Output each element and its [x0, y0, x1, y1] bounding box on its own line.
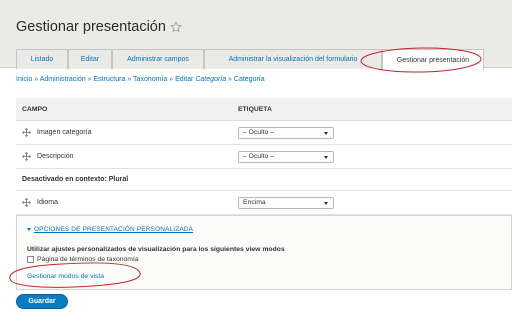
page-header: Gestionar presentación Listado Editar Ad… [0, 0, 512, 70]
label-select[interactable]: Encima [238, 196, 334, 209]
page-title: Gestionar presentación [16, 19, 182, 35]
star-icon[interactable] [170, 21, 182, 33]
custom-display-description: Utilizar ajustes personalizados de visua… [27, 246, 285, 253]
chevron-down-icon [324, 131, 328, 135]
view-mode-checkbox-label[interactable]: Página de términos de taxonomía [37, 256, 139, 263]
drag-handle-icon[interactable] [22, 128, 31, 137]
label-select[interactable]: – Oculto – [238, 150, 334, 163]
disabled-region-row: Desactivado en contexto: Plural [16, 169, 512, 191]
breadcrumb-categoria[interactable]: Categoría [234, 76, 265, 83]
page-title-text: Gestionar presentación [16, 19, 166, 35]
field-name: Idioma [37, 199, 59, 206]
tab-gestionar-presentacion[interactable]: Gestionar presentación [382, 49, 484, 70]
label-select-value: – Oculto – [243, 129, 274, 136]
tab-listado[interactable]: Listado [16, 49, 68, 69]
custom-display-summary[interactable]: OPCIONES DE PRESENTACIÓN PERSONALIZADA [27, 226, 193, 233]
column-header-campo: CAMPO [22, 105, 48, 113]
breadcrumb-inicio[interactable]: Inicio [16, 76, 32, 83]
fields-table: CAMPO ETIQUETA Imagen categoría – Oculto… [16, 98, 512, 215]
drag-handle-icon[interactable] [22, 198, 31, 207]
field-name: Imagen categoría [37, 129, 92, 136]
label-select-value: Encima [243, 199, 266, 206]
disabled-region-title: Desactivado en contexto: Plural [22, 176, 129, 183]
field-name: Descripción [37, 153, 74, 160]
table-row: Descripción – Oculto – [16, 145, 512, 169]
field-cell: Descripción [16, 152, 238, 161]
breadcrumb-editar-label: Editar [175, 76, 194, 83]
view-mode-checkbox[interactable] [27, 256, 34, 263]
triangle-down-icon [27, 228, 31, 231]
manage-view-modes-link[interactable]: Gestionar modos de vista [27, 273, 104, 280]
label-select[interactable]: – Oculto – [238, 126, 334, 139]
save-button[interactable]: Guardar [16, 294, 68, 309]
label-select-value: – Oculto – [243, 153, 274, 160]
breadcrumb: Inicio » Administración » Estructura » T… [16, 76, 265, 83]
view-mode-checkbox-row: Página de términos de taxonomía [27, 256, 139, 263]
custom-display-summary-label: OPCIONES DE PRESENTACIÓN PERSONALIZADA [34, 226, 194, 233]
label-cell: – Oculto – [238, 150, 512, 163]
label-cell: Encima [238, 196, 512, 209]
tab-bar: Listado Editar Administrar campos Admini… [16, 49, 484, 70]
table-row: Idioma Encima [16, 191, 512, 215]
tab-administrar-campos[interactable]: Administrar campos [112, 49, 204, 69]
breadcrumb-taxonomia[interactable]: Taxonomía [133, 76, 167, 83]
breadcrumb-estructura[interactable]: Estructura [93, 76, 125, 83]
field-cell: Idioma [16, 198, 238, 207]
label-cell: – Oculto – [238, 126, 512, 139]
tab-editar[interactable]: Editar [68, 49, 112, 69]
breadcrumb-editar[interactable]: Editar Categoría [175, 76, 226, 83]
chevron-down-icon [324, 155, 328, 159]
field-cell: Imagen categoría [16, 128, 238, 137]
table-row: Imagen categoría – Oculto – [16, 121, 512, 145]
chevron-down-icon [324, 201, 328, 205]
custom-display-settings: OPCIONES DE PRESENTACIÓN PERSONALIZADA U… [16, 215, 512, 290]
column-header-etiqueta: ETIQUETA [238, 105, 272, 113]
breadcrumb-editar-categoria: Categoría [195, 76, 227, 83]
table-header: CAMPO ETIQUETA [16, 98, 512, 121]
breadcrumb-administracion[interactable]: Administración [40, 76, 86, 83]
drag-handle-icon[interactable] [22, 152, 31, 161]
tab-visualizacion-formulario[interactable]: Administrar la visualización del formula… [204, 49, 382, 69]
